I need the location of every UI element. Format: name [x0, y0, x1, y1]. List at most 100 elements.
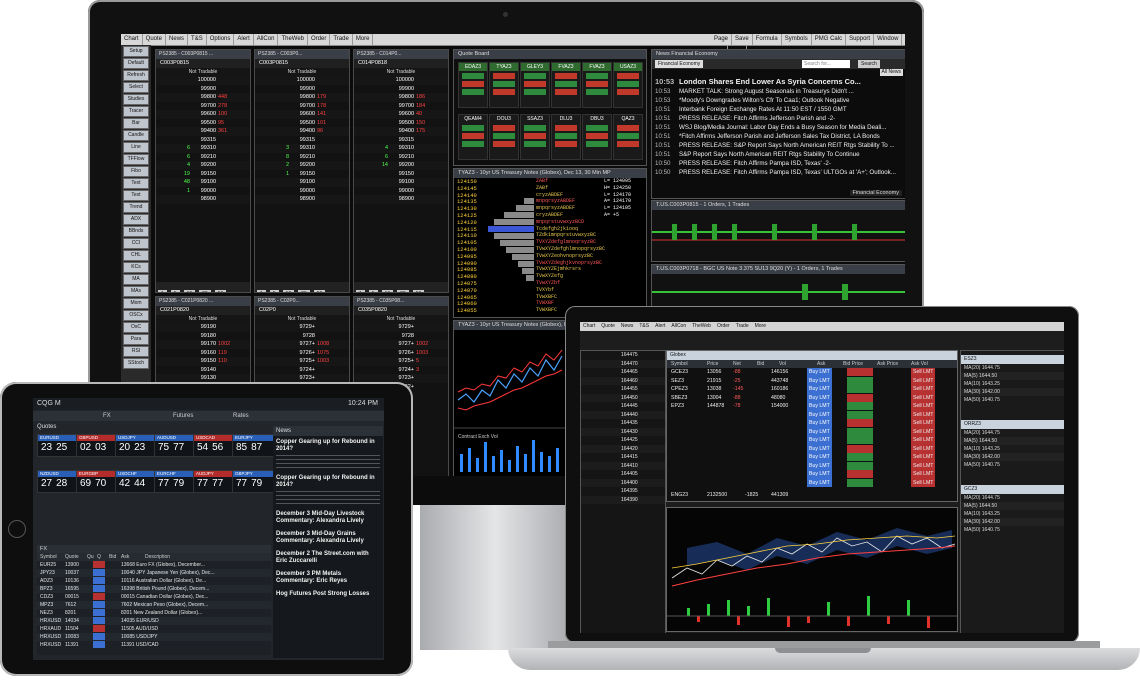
- laptop-ladder-price[interactable]: 164420: [581, 444, 665, 453]
- toolbar-button[interactable]: Select: [123, 82, 149, 93]
- news-search-button[interactable]: Search: [858, 60, 880, 68]
- buy-limit-button[interactable]: Buy LMT: [807, 478, 832, 487]
- quote-board-cell[interactable]: FVAZ3: [551, 62, 581, 108]
- fx-quote-tile[interactable]: USDCAD 54 56: [193, 434, 235, 457]
- news-headline[interactable]: 10:50 PRESS RELEASE: Fitch Affirms Pampa …: [652, 159, 905, 168]
- qty-button[interactable]: 20: [199, 290, 211, 292]
- qty-button[interactable]: 1: [158, 290, 167, 292]
- laptop-menu-item[interactable]: Alert: [652, 323, 668, 329]
- laptop-ladder-price[interactable]: 164440: [581, 410, 665, 419]
- news-headline[interactable]: 10:50 PRESS RELEASE: Fitch Affirms Pampa …: [652, 168, 905, 177]
- laptop-menu-item[interactable]: News: [618, 323, 637, 329]
- spread-row[interactable]: Buy LMT Sell LMT: [667, 419, 957, 428]
- fx-quote-tile[interactable]: EURUSD 23 25: [37, 434, 79, 457]
- dom-row[interactable]: 99315: [354, 136, 448, 145]
- spread-row[interactable]: EPZ3 144878 -78 154000 Buy LMT Sell LMT: [667, 402, 957, 411]
- toolbar-button[interactable]: Para: [123, 334, 149, 345]
- qty-button[interactable]: 10: [381, 290, 394, 292]
- tab-futures[interactable]: Futures: [173, 411, 193, 421]
- dom-symbol[interactable]: C014P0818: [354, 59, 448, 68]
- toolbar-button[interactable]: Setup: [123, 46, 149, 57]
- buy-limit-button[interactable]: Buy LMT: [807, 427, 832, 436]
- quote-board-cell[interactable]: DOU3: [489, 114, 519, 160]
- menu-save[interactable]: Save: [732, 34, 753, 45]
- laptop-ladder-price[interactable]: 164445: [581, 402, 665, 411]
- menu-order[interactable]: Order: [308, 34, 331, 45]
- dom-row[interactable]: 99180: [156, 332, 250, 341]
- quote-board-cell[interactable]: EDAZ3: [458, 62, 488, 108]
- tab-rates[interactable]: Rates: [233, 411, 249, 421]
- toolbar-button[interactable]: Trend: [123, 202, 149, 213]
- news-headline[interactable]: 10:51 PRESS RELEASE: S&P Report Says Nort…: [652, 141, 905, 150]
- buy-limit-button[interactable]: Buy LMT: [807, 453, 832, 462]
- qty-button[interactable]: 5: [170, 290, 180, 292]
- buy-limit-button[interactable]: Buy LMT: [807, 376, 832, 385]
- sell-limit-button[interactable]: Sell LMT: [911, 393, 936, 402]
- laptop-price-ladder[interactable]: 164475 164470 164465 164460 164455 164450 1644…: [580, 350, 666, 633]
- fx-row[interactable]: ADZ3 10136 10116 Australian Dollar (Globex…: [37, 577, 271, 585]
- dom-row[interactable]: 99600 100: [156, 110, 250, 119]
- dom-row[interactable]: 99500 95: [156, 119, 250, 128]
- dom-row[interactable]: 9724+ 3: [354, 366, 448, 375]
- spread-row[interactable]: Buy LMT Sell LMT: [667, 461, 957, 470]
- price-chart-1[interactable]: TYAZ3 - 10yr US Treasury Notes (Globex),…: [453, 320, 569, 476]
- dom-row[interactable]: 99190: [156, 323, 250, 332]
- orders-trades-panel-1[interactable]: T.US.C003P0815 - 1 Orders, 1 Trades: [651, 200, 905, 262]
- dom-row[interactable]: 9725+ 1003: [255, 357, 349, 366]
- fx-quote-tile[interactable]: EURGBP 69 70: [76, 470, 118, 493]
- laptop-menu-item[interactable]: T&S: [636, 323, 652, 329]
- laptop-ladder-price[interactable]: 164390: [581, 495, 665, 504]
- dom-row[interactable]: 99400 175: [354, 127, 448, 136]
- fx-quote-tile[interactable]: EURCHF 77 79: [154, 470, 196, 493]
- spread-row[interactable]: Buy LMT Sell LMT: [667, 478, 957, 487]
- laptop-menu-item[interactable]: Trade: [733, 323, 752, 329]
- dom-row[interactable]: 99160 119: [156, 349, 250, 358]
- laptop-menu-item[interactable]: Order: [714, 323, 733, 329]
- qty-button[interactable]: 1: [257, 290, 266, 292]
- toolbar-button[interactable]: Mom: [123, 298, 149, 309]
- dom-row[interactable]: 9727+ 1008: [255, 340, 349, 349]
- buy-limit-button[interactable]: Buy LMT: [807, 461, 832, 470]
- dom-row[interactable]: 98900: [255, 195, 349, 204]
- dom-row[interactable]: 99000: [354, 187, 448, 196]
- sell-limit-button[interactable]: Sell LMT: [911, 444, 936, 453]
- toolbar-button[interactable]: RSI: [123, 346, 149, 357]
- spread-row[interactable]: SEZ3 21915 -25 443748 Buy LMT Sell LMT: [667, 376, 957, 385]
- toolbar-button[interactable]: Refresh: [123, 70, 149, 81]
- laptop-ladder-price[interactable]: 164430: [581, 427, 665, 436]
- dom-row[interactable]: 99200 2: [255, 161, 349, 170]
- news-headline[interactable]: 10:51 *Fitch Affirms Jefferson Parish and…: [652, 132, 905, 141]
- dom-row[interactable]: 99150 110: [156, 357, 250, 366]
- laptop-menu-item[interactable]: Quote: [598, 323, 618, 329]
- fx-quote-tile[interactable]: GBPJPY 77 79: [232, 470, 274, 493]
- menu-trade[interactable]: Trade: [330, 34, 353, 45]
- laptop-ladder-price[interactable]: 164435: [581, 419, 665, 428]
- fx-row[interactable]: HRXUSD 14034 14035 EUR/USD: [37, 617, 271, 625]
- news-headline[interactable]: 10:51 PRESS RELEASE: Fitch Affirms Jeffer…: [652, 114, 905, 123]
- dom-row[interactable]: 99700 178: [255, 102, 349, 111]
- fx-row[interactable]: CDZ3 00015 00015 Canadian Dollar (Globex),…: [37, 593, 271, 601]
- fx-row[interactable]: HRXUSD 10083 10085 USD/JPY: [37, 633, 271, 641]
- sell-limit-button[interactable]: Sell LMT: [911, 461, 936, 470]
- toolbar-button[interactable]: Candle: [123, 130, 149, 141]
- laptop-ladder-price[interactable]: 164450: [581, 393, 665, 402]
- dom-row[interactable]: 98900: [354, 195, 448, 204]
- fx-row[interactable]: BPZ3 16595 16398 British Pound (Globex), D…: [37, 585, 271, 593]
- quote-board-cell[interactable]: QEAM4: [458, 114, 488, 160]
- dom-ladder-1[interactable]: PS2385 - C003P0815 ... C003P0815 Not Trada…: [155, 49, 251, 293]
- quote-board-cell[interactable]: FVAZ3: [582, 62, 612, 108]
- dom-row[interactable]: 99900: [156, 85, 250, 94]
- buy-limit-button[interactable]: Buy LMT: [807, 393, 832, 402]
- quote-board-cell[interactable]: GLEY3: [520, 62, 550, 108]
- dom-symbol[interactable]: C003P0815: [156, 59, 250, 68]
- news-headline[interactable]: 10:53 MARKET TALK: Strong August Seasonal…: [652, 87, 905, 96]
- menu-ts[interactable]: T&S: [188, 34, 207, 45]
- spread-row[interactable]: Buy LMT Sell LMT: [667, 436, 957, 445]
- toolbar-button[interactable]: Fibo: [123, 166, 149, 177]
- news-headline[interactable]: 10:51 WSJ Blog/Media Journal: Labor Day E…: [652, 123, 905, 132]
- news-search-input[interactable]: Search for...: [802, 60, 850, 68]
- menu-theweb[interactable]: TheWeb: [278, 34, 309, 45]
- sell-limit-button[interactable]: Sell LMT: [911, 402, 936, 411]
- dom-row[interactable]: 99315: [156, 136, 250, 145]
- toolbar-button[interactable]: Tracer: [123, 106, 149, 117]
